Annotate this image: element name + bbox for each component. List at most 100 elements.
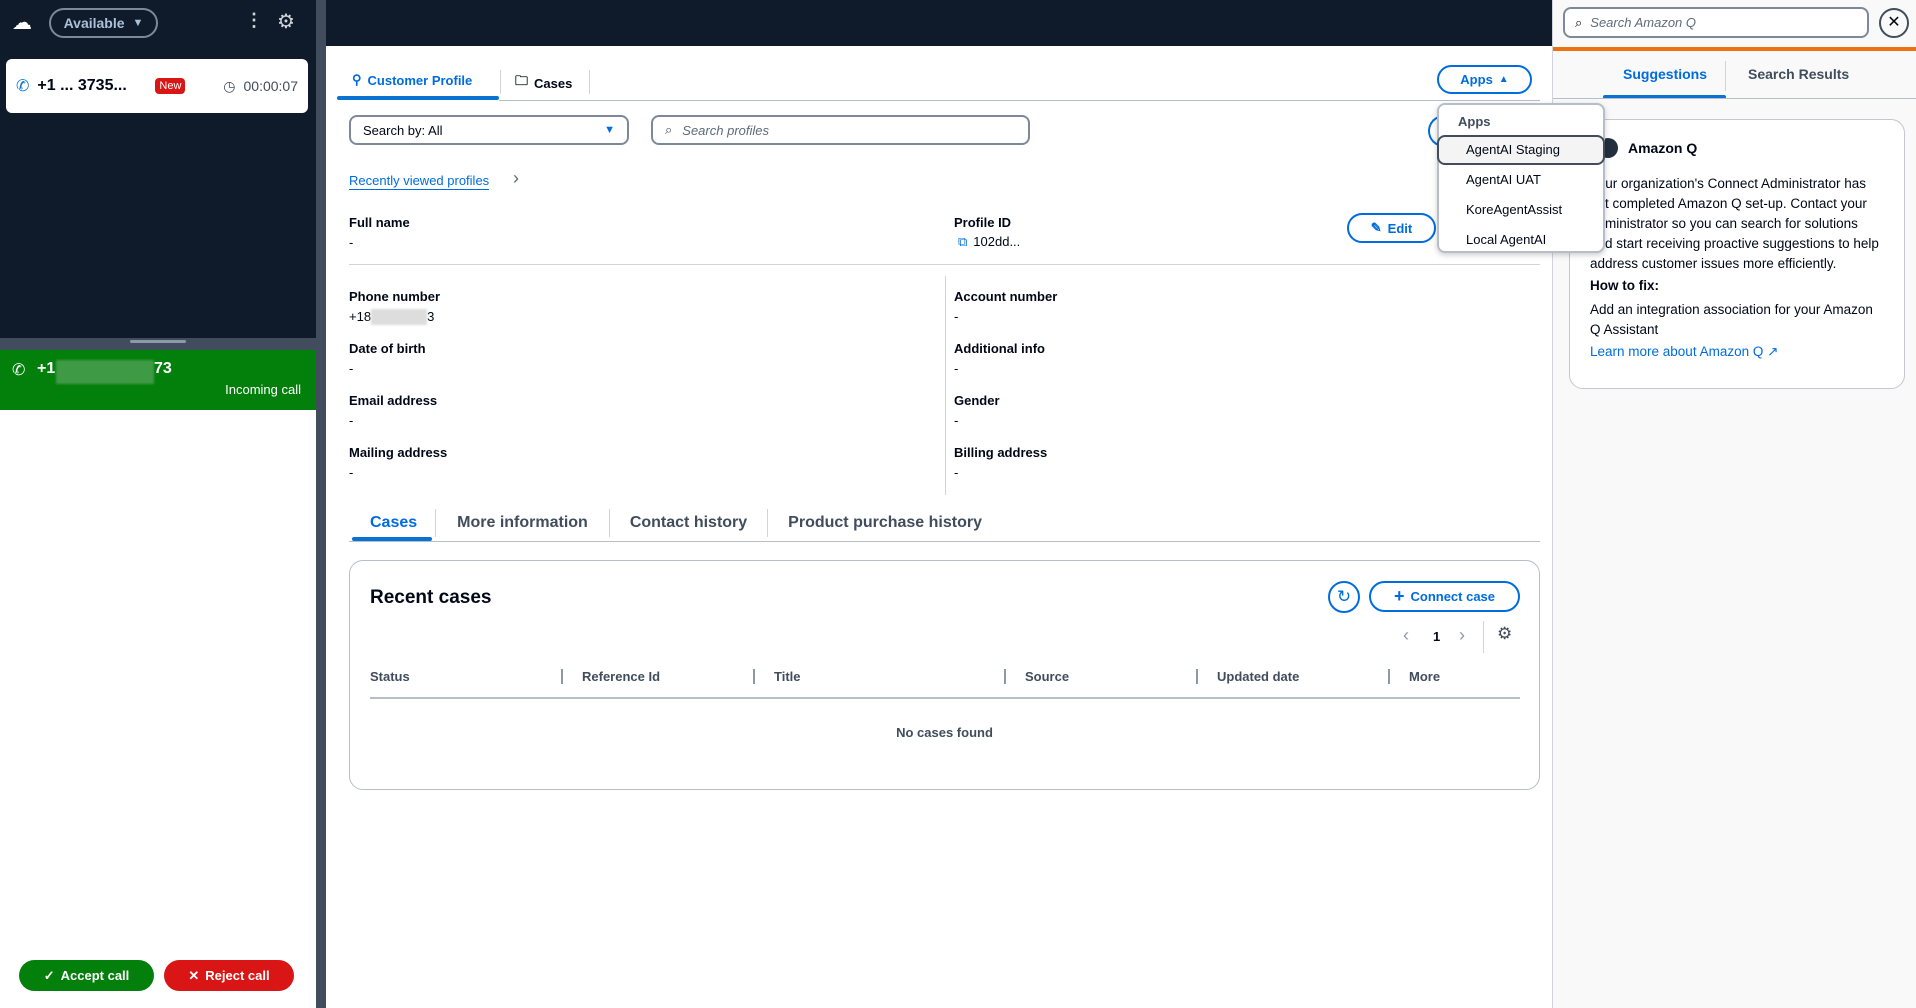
subtab-more-information[interactable]: More information xyxy=(436,514,609,532)
accept-call-button[interactable]: ✓ Accept call xyxy=(19,960,154,991)
col-status[interactable]: Status xyxy=(370,669,561,684)
profile-id[interactable]: ⧉ 102dd... xyxy=(958,234,1020,250)
phone-number-value: +18 xyxy=(349,309,372,324)
phone-icon: ✆ xyxy=(12,362,26,379)
learn-more-label: Learn more about Amazon Q xyxy=(1590,344,1764,359)
right-fields: Account number - Additional info - Gender -… xyxy=(954,289,1057,497)
recent-cases-card: Recent cases ↻ + Connect case ‹ 1 › ⚙ Sta… xyxy=(349,560,1540,790)
reject-call-button[interactable]: ✕ Reject call xyxy=(164,960,294,991)
cloud-logo-icon: ☁ xyxy=(12,12,32,34)
tab-divider xyxy=(500,70,501,94)
recently-viewed-link[interactable]: Recently viewed profiles xyxy=(349,173,490,190)
menu-item-agentai-uat[interactable]: AgentAI UAT xyxy=(1466,172,1541,187)
subtab-cases[interactable]: Cases xyxy=(352,514,435,532)
plus-icon: + xyxy=(1393,586,1405,606)
apps-label: Apps xyxy=(1460,72,1493,87)
col-title[interactable]: Title xyxy=(753,669,1004,684)
setup-message: Your organization's Connect Administrato… xyxy=(1590,176,1879,271)
suggestion-card: Amazon Q Your organization's Connect Adm… xyxy=(1569,119,1905,389)
email-value: - xyxy=(349,413,354,428)
incoming-contact[interactable]: ✆ +1 73 Incoming call xyxy=(0,350,316,410)
amazon-q-search-input[interactable]: ⌕ Search Amazon Q xyxy=(1563,7,1869,38)
col-source[interactable]: Source xyxy=(1004,669,1196,684)
status-dropdown[interactable]: Available ▼ xyxy=(49,8,158,38)
menu-item-agentai-staging[interactable]: AgentAI Staging xyxy=(1466,142,1560,157)
accent-bar xyxy=(1553,47,1916,51)
menu-item-local-agentai[interactable]: Local AgentAI xyxy=(1466,232,1546,247)
prev-page-icon[interactable]: ‹ xyxy=(1403,625,1409,646)
status-label: Available xyxy=(63,15,125,31)
contact-timer: 00:00:07 xyxy=(243,78,299,94)
panel-resize-handle[interactable] xyxy=(0,338,316,350)
refresh-button[interactable]: ↻ xyxy=(1328,581,1360,613)
full-name-label: Full name xyxy=(349,215,410,230)
recent-cases-title: Recent cases xyxy=(370,587,492,608)
account-number-value: - xyxy=(954,309,959,324)
x-icon: ✕ xyxy=(188,967,200,983)
phone-number-label: Phone number xyxy=(349,289,441,304)
col-updated-date[interactable]: Updated date xyxy=(1196,669,1388,684)
email-label: Email address xyxy=(349,393,438,408)
apps-button[interactable]: Apps ▲ xyxy=(1437,65,1532,94)
check-icon: ✓ xyxy=(43,967,55,983)
menu-item-koreagentassist[interactable]: KoreAgentAssist xyxy=(1466,202,1562,217)
tab-cases[interactable]: 🗀 Cases xyxy=(515,72,572,94)
tabs-border xyxy=(1553,98,1916,99)
tab-suggestions[interactable]: Suggestions xyxy=(1623,66,1707,82)
user-icon: ⚲ xyxy=(352,72,362,87)
mailing-address-label: Mailing address xyxy=(349,445,448,460)
close-button[interactable]: ✕ xyxy=(1879,8,1909,38)
close-icon: ✕ xyxy=(1887,14,1901,31)
search-icon: ⌕ xyxy=(665,122,673,137)
account-number-label: Account number xyxy=(954,289,1058,304)
divider xyxy=(1483,621,1484,653)
phone-icon: ✆ xyxy=(16,78,30,95)
external-link-icon: ↗ xyxy=(1767,344,1779,359)
column-divider xyxy=(945,276,946,495)
active-contact-card[interactable]: ✆ +1 ... 3735... New ◷ 00:00:07 xyxy=(6,59,308,113)
tab-search-results[interactable]: Search Results xyxy=(1748,66,1849,82)
search-placeholder: Search profiles xyxy=(682,122,769,138)
active-tab-indicator xyxy=(337,96,499,100)
page-number[interactable]: 1 xyxy=(1433,629,1440,644)
amazon-q-panel: ⌕ Search Amazon Q ✕ Suggestions Search Re… xyxy=(1552,0,1916,1008)
billing-address-value: - xyxy=(954,465,959,480)
learn-more-link[interactable]: Learn more about Amazon Q ↗ xyxy=(1590,342,1884,362)
tab-customer-profile[interactable]: ⚲ Customer Profile xyxy=(352,72,472,88)
chevron-right-icon[interactable]: › xyxy=(513,168,519,189)
mailing-address-value: - xyxy=(349,465,354,480)
contact-number: +1 ... 3735... xyxy=(37,77,127,94)
refresh-icon: ↻ xyxy=(1336,587,1352,606)
search-placeholder: Search Amazon Q xyxy=(1590,15,1697,30)
briefcase-icon: 🗀 xyxy=(515,73,529,88)
caret-up-icon: ▲ xyxy=(1498,74,1509,85)
incoming-number-suffix: 73 xyxy=(154,360,172,377)
reject-label: Reject call xyxy=(205,968,270,983)
subtab-product-purchase-history[interactable]: Product purchase history xyxy=(768,514,1002,532)
edit-label: Edit xyxy=(1387,220,1413,236)
more-options-icon[interactable]: ⋮ xyxy=(245,10,263,31)
search-icon: ⌕ xyxy=(1575,14,1583,30)
accept-label: Accept call xyxy=(60,968,130,983)
settings-gear-icon[interactable]: ⚙ xyxy=(277,9,295,34)
next-page-icon[interactable]: › xyxy=(1459,625,1465,646)
cases-table-header: Status Reference Id Title Source Updated… xyxy=(370,669,1520,684)
edit-button[interactable]: ✎ Edit xyxy=(1347,213,1436,243)
subtabs-border xyxy=(349,541,1540,542)
panel-separator[interactable] xyxy=(316,0,326,1008)
connect-case-button[interactable]: + Connect case xyxy=(1369,581,1520,612)
profile-subtabs: Cases More information Contact history P… xyxy=(352,508,1002,538)
new-badge: New xyxy=(155,78,186,94)
tab-divider xyxy=(1725,61,1726,91)
phone-number-suffix: 3 xyxy=(427,309,435,324)
tab-divider xyxy=(589,70,590,94)
subtab-contact-history[interactable]: Contact history xyxy=(610,514,767,532)
col-more[interactable]: More xyxy=(1388,669,1520,684)
search-by-select[interactable]: Search by: All ▼ xyxy=(349,115,629,145)
col-reference-id[interactable]: Reference Id xyxy=(561,669,753,684)
copy-icon[interactable]: ⧉ xyxy=(958,234,967,250)
search-profiles-input[interactable]: ⌕ Search profiles xyxy=(651,115,1030,145)
redacted-number xyxy=(56,360,154,384)
clock-icon: ◷ xyxy=(223,77,236,94)
preferences-gear-icon[interactable]: ⚙ xyxy=(1497,624,1512,644)
